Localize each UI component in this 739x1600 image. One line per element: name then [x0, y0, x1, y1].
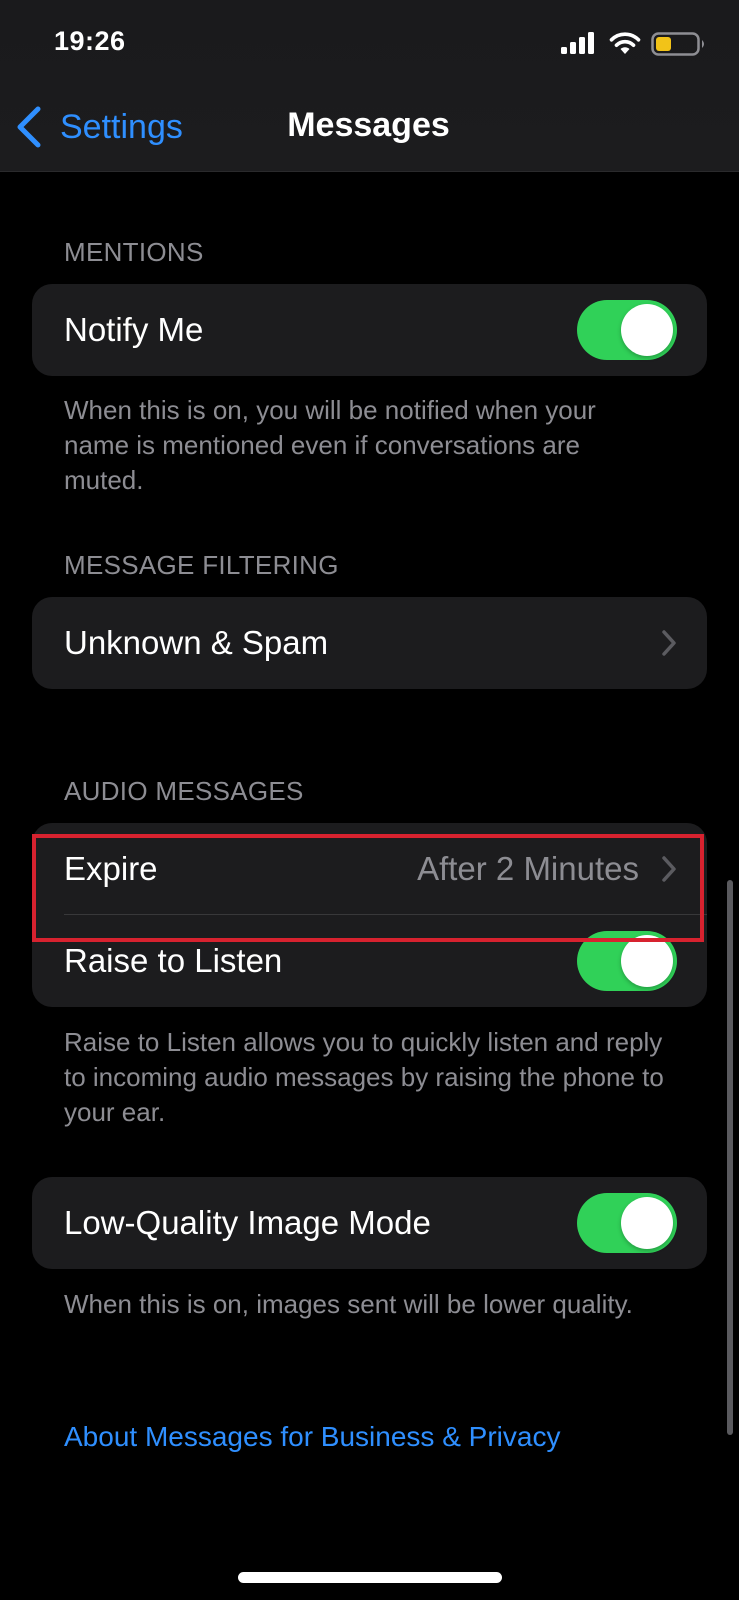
unknown-spam-row[interactable]: Unknown & Spam	[32, 597, 707, 689]
section-header-mentions: MENTIONS	[64, 237, 204, 267]
notify-me-row: Notify Me	[32, 284, 707, 376]
low-quality-image-mode-label: Low-Quality Image Mode	[64, 1204, 431, 1241]
raise-to-listen-label: Raise to Listen	[64, 942, 283, 979]
notify-me-toggle[interactable]	[577, 300, 677, 360]
low-quality-image-mode-row: Low-Quality Image Mode	[32, 1177, 707, 1269]
section-header-message-filtering: MESSAGE FILTERING	[64, 550, 339, 580]
toggle-knob	[621, 935, 673, 987]
page-title: Messages	[0, 106, 739, 145]
expire-row[interactable]: Expire After 2 Minutes	[32, 823, 707, 915]
audio-messages-footnote: Raise to Listen allows you to quickly li…	[64, 1027, 664, 1127]
mentions-footnote: When this is on, you will be notified wh…	[64, 395, 596, 495]
status-time: 19:26	[54, 26, 126, 56]
toggle-knob	[621, 1197, 673, 1249]
page-title-text: Messages	[287, 106, 450, 144]
wifi-icon	[609, 32, 641, 54]
about-messages-business-privacy-link[interactable]: About Messages for Business & Privacy	[64, 1421, 560, 1453]
navigation-header: 19:26 Settings Messages	[0, 0, 739, 172]
expire-value: After 2 Minutes	[417, 850, 639, 887]
low-quality-group: Low-Quality Image Mode	[32, 1177, 707, 1269]
raise-to-listen-toggle[interactable]	[577, 931, 677, 991]
mentions-group: Notify Me	[32, 284, 707, 376]
low-quality-image-mode-toggle[interactable]	[577, 1193, 677, 1253]
unknown-spam-label: Unknown & Spam	[64, 624, 329, 661]
cellular-signal-icon	[561, 32, 594, 54]
toggle-knob	[621, 304, 673, 356]
low-quality-footnote: When this is on, images sent will be low…	[64, 1289, 633, 1319]
chevron-right-icon	[662, 856, 676, 882]
messages-settings-screen: 19:26 Settings Messages MENTIONS Notify …	[0, 0, 739, 1600]
battery-low-icon	[651, 32, 704, 56]
chevron-right-icon	[662, 630, 676, 656]
message-filtering-group: Unknown & Spam	[32, 597, 707, 689]
notify-me-label: Notify Me	[64, 311, 204, 348]
scrollbar[interactable]	[727, 880, 733, 1435]
home-indicator[interactable]	[238, 1572, 502, 1583]
expire-label: Expire	[64, 850, 158, 887]
raise-to-listen-row: Raise to Listen	[32, 915, 707, 1007]
section-header-audio-messages: AUDIO MESSAGES	[64, 776, 304, 806]
audio-messages-group: Expire After 2 Minutes Raise to Listen	[32, 823, 707, 1007]
